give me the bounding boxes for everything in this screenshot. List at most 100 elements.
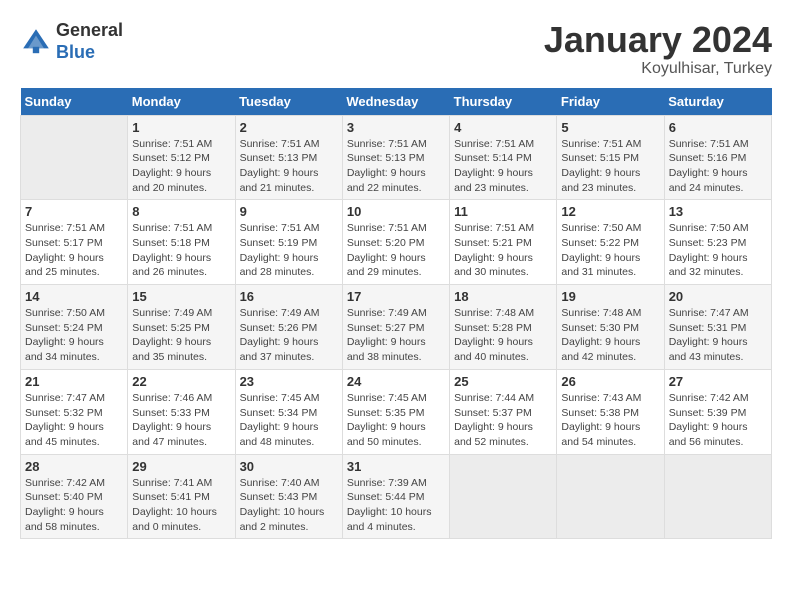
calendar-cell: 9 Sunrise: 7:51 AMSunset: 5:19 PMDaylight… bbox=[235, 200, 342, 285]
day-number: 13 bbox=[669, 204, 767, 219]
day-info: Sunrise: 7:50 AMSunset: 5:23 PMDaylight:… bbox=[669, 221, 767, 280]
day-number: 16 bbox=[240, 289, 338, 304]
calendar-cell: 16 Sunrise: 7:49 AMSunset: 5:26 PMDayligh… bbox=[235, 285, 342, 370]
weekday-header-saturday: Saturday bbox=[664, 88, 771, 116]
day-number: 9 bbox=[240, 204, 338, 219]
day-number: 8 bbox=[132, 204, 230, 219]
calendar-cell: 27 Sunrise: 7:42 AMSunset: 5:39 PMDayligh… bbox=[664, 369, 771, 454]
day-info: Sunrise: 7:46 AMSunset: 5:33 PMDaylight:… bbox=[132, 391, 230, 450]
weekday-header-sunday: Sunday bbox=[21, 88, 128, 116]
logo: General Blue bbox=[20, 20, 123, 63]
day-number: 15 bbox=[132, 289, 230, 304]
day-number: 14 bbox=[25, 289, 123, 304]
calendar-cell: 25 Sunrise: 7:44 AMSunset: 5:37 PMDayligh… bbox=[450, 369, 557, 454]
day-info: Sunrise: 7:51 AMSunset: 5:18 PMDaylight:… bbox=[132, 221, 230, 280]
calendar-cell: 28Sunrise: 7:42 AMSunset: 5:40 PMDayligh… bbox=[21, 454, 128, 539]
day-info: Sunrise: 7:42 AMSunset: 5:39 PMDaylight:… bbox=[669, 391, 767, 450]
calendar-cell: 4 Sunrise: 7:51 AMSunset: 5:14 PMDaylight… bbox=[450, 115, 557, 200]
day-info: Sunrise: 7:44 AMSunset: 5:37 PMDaylight:… bbox=[454, 391, 552, 450]
weekday-header-monday: Monday bbox=[128, 88, 235, 116]
day-number: 27 bbox=[669, 374, 767, 389]
day-number: 1 bbox=[132, 120, 230, 135]
day-number: 30 bbox=[240, 459, 338, 474]
day-number: 3 bbox=[347, 120, 445, 135]
day-info: Sunrise: 7:51 AMSunset: 5:12 PMDaylight:… bbox=[132, 137, 230, 196]
calendar-cell: 19 Sunrise: 7:48 AMSunset: 5:30 PMDayligh… bbox=[557, 285, 664, 370]
calendar-cell: 6 Sunrise: 7:51 AMSunset: 5:16 PMDaylight… bbox=[664, 115, 771, 200]
calendar-week-row: 21 Sunrise: 7:47 AMSunset: 5:32 PMDayligh… bbox=[21, 369, 772, 454]
calendar-cell: 14Sunrise: 7:50 AMSunset: 5:24 PMDayligh… bbox=[21, 285, 128, 370]
calendar-cell: 26 Sunrise: 7:43 AMSunset: 5:38 PMDayligh… bbox=[557, 369, 664, 454]
weekday-header-wednesday: Wednesday bbox=[342, 88, 449, 116]
day-info: Sunrise: 7:48 AMSunset: 5:30 PMDaylight:… bbox=[561, 306, 659, 365]
day-info: Sunrise: 7:51 AMSunset: 5:20 PMDaylight:… bbox=[347, 221, 445, 280]
calendar-cell: 10 Sunrise: 7:51 AMSunset: 5:20 PMDayligh… bbox=[342, 200, 449, 285]
day-number: 2 bbox=[240, 120, 338, 135]
calendar-cell: 30 Sunrise: 7:40 AMSunset: 5:43 PMDayligh… bbox=[235, 454, 342, 539]
day-info: Sunrise: 7:41 AMSunset: 5:41 PMDaylight:… bbox=[132, 476, 230, 535]
day-number: 6 bbox=[669, 120, 767, 135]
day-number: 18 bbox=[454, 289, 552, 304]
day-info: Sunrise: 7:48 AMSunset: 5:28 PMDaylight:… bbox=[454, 306, 552, 365]
day-info: Sunrise: 7:51 AMSunset: 5:17 PMDaylight:… bbox=[25, 221, 123, 280]
location: Koyulhisar, Turkey bbox=[544, 60, 772, 78]
day-number: 31 bbox=[347, 459, 445, 474]
day-info: Sunrise: 7:43 AMSunset: 5:38 PMDaylight:… bbox=[561, 391, 659, 450]
day-number: 26 bbox=[561, 374, 659, 389]
day-info: Sunrise: 7:51 AMSunset: 5:15 PMDaylight:… bbox=[561, 137, 659, 196]
calendar-cell bbox=[664, 454, 771, 539]
day-info: Sunrise: 7:51 AMSunset: 5:14 PMDaylight:… bbox=[454, 137, 552, 196]
calendar-cell: 13 Sunrise: 7:50 AMSunset: 5:23 PMDayligh… bbox=[664, 200, 771, 285]
day-info: Sunrise: 7:50 AMSunset: 5:22 PMDaylight:… bbox=[561, 221, 659, 280]
page-header: General Blue January 2024 Koyulhisar, Tu… bbox=[20, 20, 772, 78]
calendar-cell: 20Sunrise: 7:47 AMSunset: 5:31 PMDayligh… bbox=[664, 285, 771, 370]
day-number: 25 bbox=[454, 374, 552, 389]
calendar-cell: 15 Sunrise: 7:49 AMSunset: 5:25 PMDayligh… bbox=[128, 285, 235, 370]
day-info: Sunrise: 7:51 AMSunset: 5:13 PMDaylight:… bbox=[240, 137, 338, 196]
calendar-cell: 3 Sunrise: 7:51 AMSunset: 5:13 PMDaylight… bbox=[342, 115, 449, 200]
day-number: 4 bbox=[454, 120, 552, 135]
calendar-cell: 22 Sunrise: 7:46 AMSunset: 5:33 PMDayligh… bbox=[128, 369, 235, 454]
day-number: 29 bbox=[132, 459, 230, 474]
day-number: 7 bbox=[25, 204, 123, 219]
weekday-header-friday: Friday bbox=[557, 88, 664, 116]
day-info: Sunrise: 7:49 AMSunset: 5:26 PMDaylight:… bbox=[240, 306, 338, 365]
day-number: 21 bbox=[25, 374, 123, 389]
calendar-cell: 23Sunrise: 7:45 AMSunset: 5:34 PMDayligh… bbox=[235, 369, 342, 454]
day-info: Sunrise: 7:39 AMSunset: 5:44 PMDaylight:… bbox=[347, 476, 445, 535]
calendar-cell: 2 Sunrise: 7:51 AMSunset: 5:13 PMDaylight… bbox=[235, 115, 342, 200]
calendar-cell: 7 Sunrise: 7:51 AMSunset: 5:17 PMDaylight… bbox=[21, 200, 128, 285]
logo-icon bbox=[20, 26, 52, 58]
day-info: Sunrise: 7:45 AMSunset: 5:35 PMDaylight:… bbox=[347, 391, 445, 450]
logo-general-text: General bbox=[56, 20, 123, 40]
calendar-cell bbox=[557, 454, 664, 539]
calendar-cell bbox=[21, 115, 128, 200]
day-info: Sunrise: 7:40 AMSunset: 5:43 PMDaylight:… bbox=[240, 476, 338, 535]
day-info: Sunrise: 7:49 AMSunset: 5:25 PMDaylight:… bbox=[132, 306, 230, 365]
day-number: 22 bbox=[132, 374, 230, 389]
month-title: January 2024 bbox=[544, 20, 772, 60]
day-info: Sunrise: 7:51 AMSunset: 5:19 PMDaylight:… bbox=[240, 221, 338, 280]
day-number: 17 bbox=[347, 289, 445, 304]
day-number: 5 bbox=[561, 120, 659, 135]
day-number: 19 bbox=[561, 289, 659, 304]
day-number: 11 bbox=[454, 204, 552, 219]
calendar-week-row: 7 Sunrise: 7:51 AMSunset: 5:17 PMDaylight… bbox=[21, 200, 772, 285]
calendar-table: SundayMondayTuesdayWednesdayThursdayFrid… bbox=[20, 88, 772, 540]
day-info: Sunrise: 7:51 AMSunset: 5:13 PMDaylight:… bbox=[347, 137, 445, 196]
day-info: Sunrise: 7:51 AMSunset: 5:16 PMDaylight:… bbox=[669, 137, 767, 196]
calendar-week-row: 14Sunrise: 7:50 AMSunset: 5:24 PMDayligh… bbox=[21, 285, 772, 370]
calendar-cell: 17Sunrise: 7:49 AMSunset: 5:27 PMDayligh… bbox=[342, 285, 449, 370]
calendar-cell: 1 Sunrise: 7:51 AMSunset: 5:12 PMDaylight… bbox=[128, 115, 235, 200]
weekday-header-thursday: Thursday bbox=[450, 88, 557, 116]
day-number: 12 bbox=[561, 204, 659, 219]
calendar-cell: 11Sunrise: 7:51 AMSunset: 5:21 PMDayligh… bbox=[450, 200, 557, 285]
day-number: 28 bbox=[25, 459, 123, 474]
weekday-header-row: SundayMondayTuesdayWednesdayThursdayFrid… bbox=[21, 88, 772, 116]
day-info: Sunrise: 7:47 AMSunset: 5:32 PMDaylight:… bbox=[25, 391, 123, 450]
calendar-cell: 5 Sunrise: 7:51 AMSunset: 5:15 PMDaylight… bbox=[557, 115, 664, 200]
calendar-week-row: 1 Sunrise: 7:51 AMSunset: 5:12 PMDaylight… bbox=[21, 115, 772, 200]
logo-blue-text: Blue bbox=[56, 42, 95, 62]
day-number: 10 bbox=[347, 204, 445, 219]
day-number: 23 bbox=[240, 374, 338, 389]
